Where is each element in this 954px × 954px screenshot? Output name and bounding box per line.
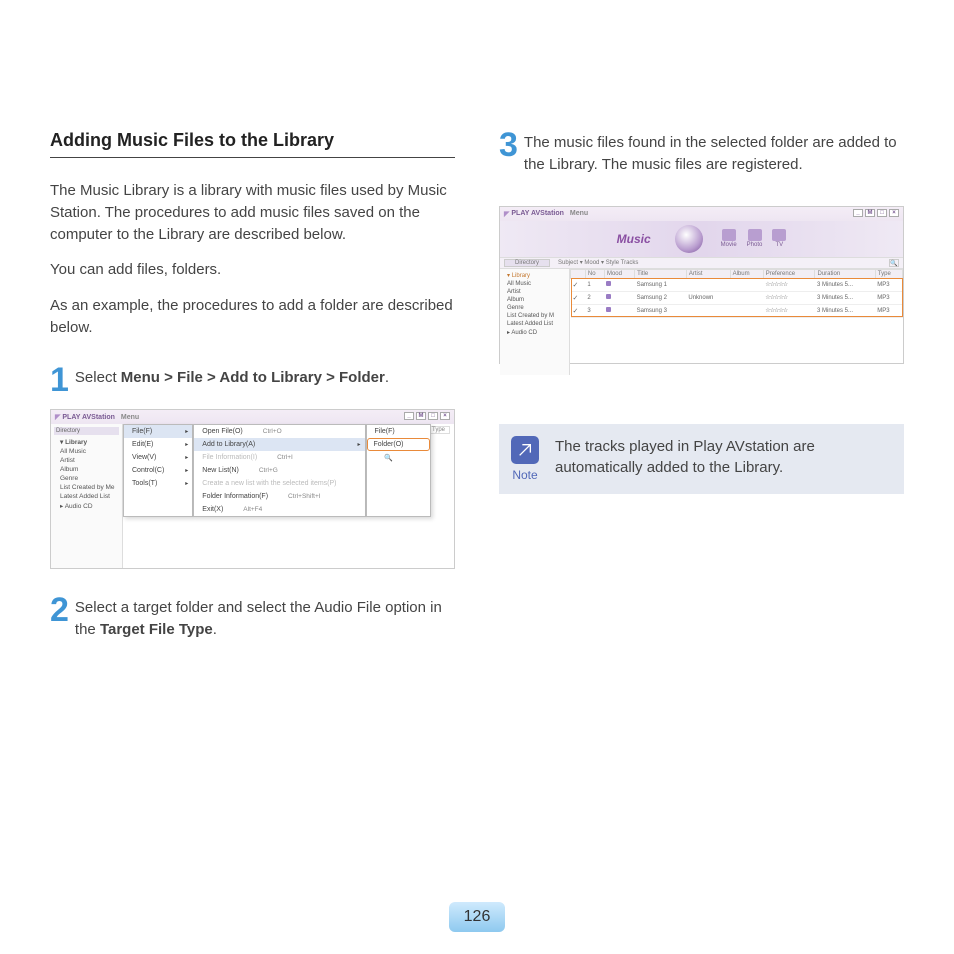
intro-paragraph-2: You can add files, folders.: [50, 259, 455, 281]
menu-add-to-library[interactable]: Add to Library(A): [194, 438, 364, 451]
headphones-icon: [675, 225, 703, 253]
menu-2[interactable]: Open File(O)Ctrl+O Add to Library(A) Fil…: [193, 424, 365, 517]
nav-tv[interactable]: TV: [772, 229, 786, 248]
menu3-search[interactable]: 🔍: [367, 451, 431, 465]
app-banner: Music Movie Photo TV: [500, 221, 903, 257]
menu-control[interactable]: Control(C): [124, 464, 192, 477]
screenshot-menu: ◤ PLAY AVStation Menu _ M □ × Directory …: [50, 409, 455, 569]
menu-create-list: Create a new list with the selected item…: [194, 477, 364, 490]
app-titlebar-2: ◤ PLAY AVStation Menu _ M □ ×: [500, 207, 903, 221]
step-2-number: 2: [50, 595, 69, 641]
note-icon: [511, 436, 539, 464]
screenshot-library: ◤ PLAY AVStation Menu _ M □ × Music Movi…: [499, 206, 904, 364]
step-3: 3 The music files found in the selected …: [499, 130, 904, 176]
menu-new-list[interactable]: New List(N)Ctrl+G: [194, 464, 364, 477]
filter-options[interactable]: Subject ▾ Mood ▾ Style Tracks: [558, 259, 638, 266]
win-max[interactable]: □: [428, 412, 438, 420]
intro-paragraph-1: The Music Library is a library with musi…: [50, 180, 455, 245]
menu-3[interactable]: File(F) Folder(O) 🔍: [366, 424, 432, 517]
step-3-text: The music files found in the selected fo…: [524, 130, 904, 176]
note-text: The tracks played in Play AVstation are …: [555, 436, 892, 480]
screenshot-sidebar: Directory ▾ Library All Music Artist Alb…: [51, 424, 123, 568]
table-row[interactable]: ✓3 Samsung 3 ☆☆☆☆☆3 Minutes 5...MP3: [571, 304, 903, 317]
win-min[interactable]: _: [404, 412, 414, 420]
app-titlebar: ◤ PLAY AVStation Menu _ M □ ×: [51, 410, 454, 424]
step-3-number: 3: [499, 130, 518, 176]
track-table: No Mood Title Artist Album Preference Du…: [570, 269, 903, 375]
screenshot2-sidebar: ▾ Library All Music Artist Album Genre L…: [500, 269, 570, 375]
note-label: Note: [512, 468, 537, 482]
filter-toolbar[interactable]: Directory Subject ▾ Mood ▾ Style Tracks …: [500, 257, 903, 269]
section-title: Adding Music Files to the Library: [50, 130, 455, 158]
menu-exit[interactable]: Exit(X)Alt+F4: [194, 503, 364, 516]
menu-open-file[interactable]: Open File(O)Ctrl+O: [194, 425, 364, 438]
step-1-text: Select Menu > File > Add to Library > Fo…: [75, 365, 389, 396]
table-row[interactable]: ✓1 Samsung 1 ☆☆☆☆☆3 Minutes 5...MP3: [571, 278, 903, 291]
nav-icons[interactable]: Movie Photo TV: [721, 229, 787, 248]
step-2: 2 Select a target folder and select the …: [50, 595, 455, 641]
window-buttons[interactable]: _ M □ ×: [404, 412, 450, 420]
note-box: Note The tracks played in Play AVstation…: [499, 424, 904, 494]
win-m[interactable]: M: [416, 412, 426, 420]
menu3-folder[interactable]: Folder(O): [367, 438, 431, 451]
menu-file-info: File Information(I)Ctrl+I: [194, 451, 364, 464]
page-number: 126: [449, 902, 505, 932]
nav-photo[interactable]: Photo: [747, 229, 763, 248]
menu-edit[interactable]: Edit(E): [124, 438, 192, 451]
menu-tools[interactable]: Tools(T): [124, 477, 192, 490]
intro-paragraph-3: As an example, the procedures to add a f…: [50, 295, 455, 339]
window-buttons-2[interactable]: _ M □ ×: [853, 209, 899, 217]
nav-movie[interactable]: Movie: [721, 229, 737, 248]
step-1-number: 1: [50, 365, 69, 396]
menu-folder-info[interactable]: Folder Information(F)Ctrl+Shift+I: [194, 490, 364, 503]
step-1: 1 Select Menu > File > Add to Library > …: [50, 365, 455, 396]
track-rows-highlight: ✓1 Samsung 1 ☆☆☆☆☆3 Minutes 5...MP3 ✓2 S…: [571, 278, 903, 317]
step-2-text: Select a target folder and select the Au…: [75, 595, 455, 641]
win-close[interactable]: ×: [440, 412, 450, 420]
menu-file[interactable]: File(F): [124, 425, 192, 438]
banner-title: Music: [617, 232, 651, 246]
table-row[interactable]: ✓2 Samsung 2Unknown ☆☆☆☆☆3 Minutes 5...M…: [571, 291, 903, 304]
menu-1[interactable]: File(F) Edit(E) View(V) Control(C) Tools…: [123, 424, 193, 517]
menu-view[interactable]: View(V): [124, 451, 192, 464]
menu3-file[interactable]: File(F): [367, 425, 431, 438]
